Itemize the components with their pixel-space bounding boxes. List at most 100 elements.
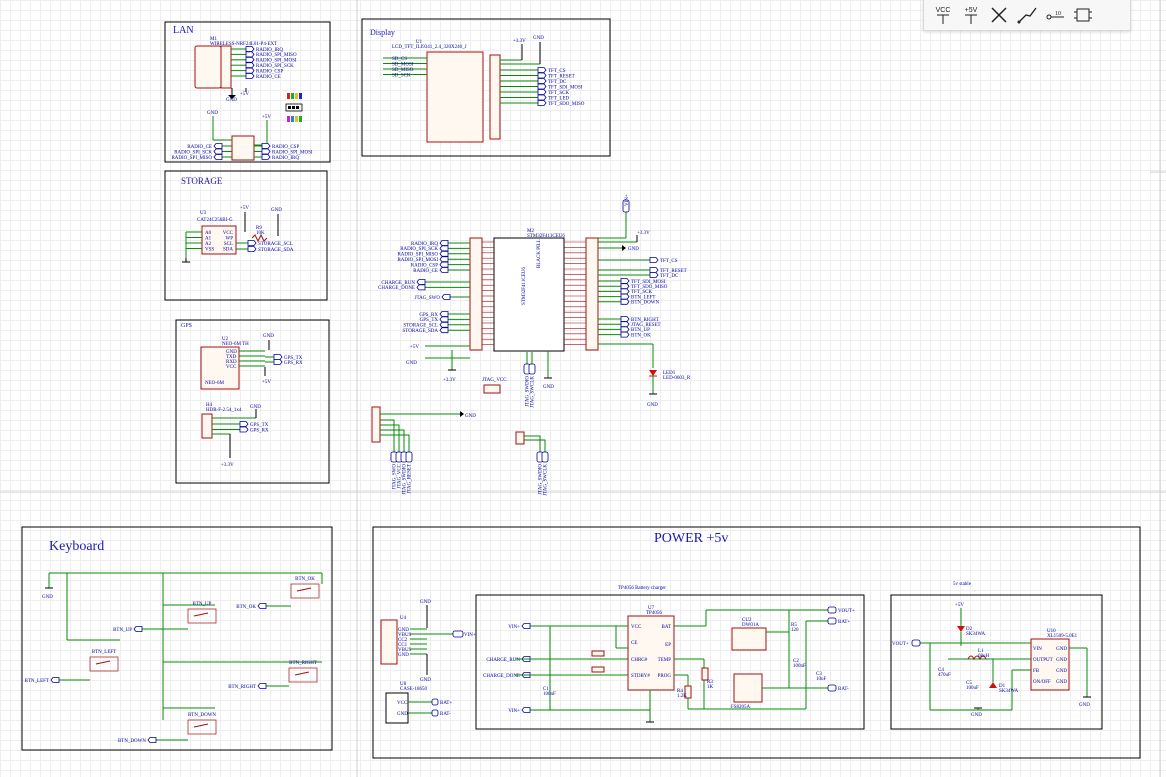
mcu-right-low-3-flag: [620, 331, 630, 338]
button-net-0-flag: [257, 603, 267, 609]
usb-gnd-2: GND: [420, 678, 431, 683]
mcu-right-top-2-flag: [649, 272, 659, 278]
pushbutton-4[interactable]: [187, 719, 217, 735]
button-net-4-flag: [147, 737, 157, 743]
reg-part-val-4: 100uF: [966, 686, 979, 691]
d2-diode[interactable]: [957, 626, 965, 632]
vcc-tool-button[interactable]: VCC: [932, 4, 954, 26]
mcu-right-low-1-flag: [620, 321, 630, 328]
no-connect-tool-button[interactable]: [988, 4, 1010, 26]
mcu-right-top-0: TFT_CS: [660, 259, 678, 264]
mcu-board[interactable]: [493, 237, 565, 352]
reg-part-val-3: 470uF: [938, 673, 951, 678]
keyboard-block[interactable]: Keyboard GND BTN_OKBTN_OKBTN_UPBTN_UPBTN…: [21, 526, 333, 751]
mcu-right-mid-3-flag: [620, 293, 630, 300]
block-tool-button[interactable]: [1072, 4, 1094, 26]
button-net-0: BTN_OK: [236, 605, 256, 610]
keyboard-frame: [21, 526, 333, 751]
display-block[interactable]: Display U1 LCD_TFT_ILI9341_2.4_320X240_J…: [361, 18, 611, 157]
prot-part: DW01A: [742, 623, 759, 628]
pushbutton-1[interactable]: [187, 608, 217, 624]
lan-net-labels: RADIO_IRQRADIO_SPI_MISORADIO_SPI_MOSIRAD…: [231, 46, 297, 80]
led-resistor-1[interactable]: [591, 650, 605, 657]
vcc-tool-label: VCC: [935, 7, 951, 14]
dw01a-chip[interactable]: [731, 627, 767, 651]
plus5v-tool-button[interactable]: +5V: [960, 4, 982, 26]
pushbutton-2[interactable]: [89, 656, 119, 672]
pushbutton-3[interactable]: [288, 667, 318, 683]
gps-hdr-net-1-flag: [239, 426, 249, 433]
lan-block[interactable]: LAN M1 WIRELESS-NRF24L01-P4-EXT RADIO_IR…: [164, 21, 331, 163]
lan-header[interactable]: [231, 135, 255, 161]
tp4056-pin-l-2: CHRG#: [631, 658, 648, 663]
net-label-tool-button[interactable]: 10: [1044, 4, 1066, 26]
net-label-icon: 10: [1046, 11, 1064, 20]
lcd-module[interactable]: [426, 51, 484, 143]
usb-c-connector[interactable]: [380, 619, 398, 665]
jtag-header[interactable]: [371, 406, 381, 443]
no-connect-icon: [991, 7, 1007, 23]
mcu-gnd-bottom: GND: [543, 385, 554, 390]
schematic-sheet[interactable]: LAN M1 WIRELESS-NRF24L01-P4-EXT RADIO_IR…: [0, 0, 1166, 777]
mcu-right-mid-4-flag: [620, 298, 630, 305]
r3-resistor[interactable]: [701, 667, 709, 681]
lan-net-radio-spi-sck-flag: [245, 62, 255, 69]
display-right-3-flag: [537, 83, 547, 90]
lan-hdr-right-1-flag: [261, 148, 271, 155]
nrf24-module[interactable]: [194, 45, 222, 89]
mcu-3v3-bottom: +3.3V: [443, 378, 456, 383]
power-title: POWER +5v: [654, 531, 728, 546]
batt-pin-gnd: GND: [397, 712, 408, 717]
storage-net-0: STORAGE_SCL: [258, 242, 293, 247]
charger-part: TP4056: [646, 611, 662, 616]
storage-5v: +5V: [240, 206, 249, 211]
gps-5v: +5V: [262, 380, 271, 385]
gps-block[interactable]: GPS U2 NEO-6M TH NEO-6M GNDTXDRXDVCC GND…: [175, 319, 330, 484]
storage-block[interactable]: STORAGE U3 CAT24C256BI-G A0A1A2VSSVCCWPS…: [164, 170, 328, 301]
lan-net-radio-spi-miso-flag: [245, 51, 255, 58]
eeprom-pin-a1: A1: [205, 237, 212, 242]
mcu-gnd-left: GND: [406, 361, 417, 366]
charger-net-3: VIN+: [508, 709, 520, 714]
out-bat-plus: BAT+: [838, 620, 850, 625]
mcu-right-mid-2-flag: [620, 288, 630, 295]
lan-net-radio-irq-flag: [245, 46, 255, 52]
reg-part-val-2: SK34WA: [999, 689, 1019, 694]
lan-net-radio-irq: RADIO_IRQ: [256, 48, 283, 53]
jtag-vcc-connector[interactable]: [483, 384, 501, 394]
pin-color-legend: [285, 93, 303, 122]
mcu-left-3-flag: [439, 256, 449, 263]
lan-hdr-right-0-flag: [261, 143, 271, 149]
lan-hdr-left-2: RADIO_SPI_MISO: [171, 156, 212, 161]
gps-net-1: GPS_RX: [284, 361, 303, 366]
battery-18650[interactable]: [385, 692, 409, 724]
fs8205a-mosfet[interactable]: [733, 673, 763, 703]
gps-hdr-part: HDR-F-2.54_1x4: [206, 408, 242, 413]
mcu-swo: JTAG_SWO: [415, 296, 441, 301]
wire-tool-button[interactable]: [1016, 4, 1038, 26]
eeprom-pin-r-0: VCC: [223, 231, 234, 236]
keyboard-gnd: GND: [42, 595, 53, 600]
jtag-header-nets: JTAG_SWO JTAG_VCC JTAG_SWDIO JTAG_RESET: [380, 419, 413, 495]
mcu-3v3-top: +3.3V: [637, 231, 650, 236]
lan-net-radio-spi-mosi: RADIO_SPI_MOSI: [256, 59, 297, 64]
button-label-3: BTN_RIGHT: [289, 661, 317, 666]
schematic-canvas[interactable]: LAN M1 WIRELESS-NRF24L01-P4-EXT RADIO_IR…: [0, 0, 1166, 777]
mcu-swo-flag: [441, 294, 451, 300]
reg-pin-r-3: GND: [1056, 680, 1067, 685]
display-left-0: SD_CS: [392, 57, 407, 62]
jtag-hdr-3: JTAG_RESET: [408, 464, 413, 494]
eeprom-pin-a0: A0: [205, 231, 212, 236]
button-net-1: BTN_UP: [113, 628, 132, 633]
gps-header[interactable]: [201, 413, 213, 439]
pushbutton-0[interactable]: [290, 583, 320, 599]
led-resistor-2[interactable]: [591, 666, 605, 673]
mcu-block[interactable]: M2 STM32F411CEU6 STM32F411CEU6 BLACK PIL…: [371, 194, 691, 496]
power-block[interactable]: POWER +5v U4 GNDVBUSCC2CC1VBUSGND GND GN…: [372, 526, 1141, 759]
led1-diode[interactable]: [649, 370, 657, 376]
stable-title: 5v stable: [953, 582, 972, 587]
charger-part-val-5: 100nF: [543, 692, 556, 697]
jtag-small-header[interactable]: [515, 431, 525, 445]
d1-diode[interactable]: [989, 682, 997, 688]
mcu-left-1-flag: [439, 245, 449, 252]
